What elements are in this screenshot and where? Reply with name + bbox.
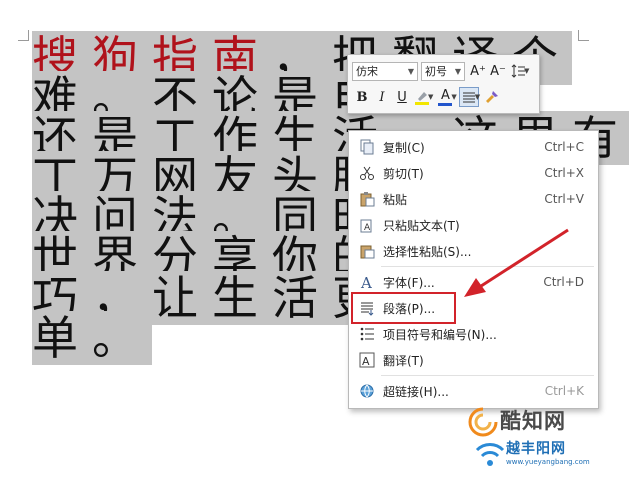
menu-item-paste[interactable]: 粘贴 Ctrl+V bbox=[349, 186, 598, 212]
menu-item-shortcut: Ctrl+X bbox=[544, 166, 584, 180]
italic-button[interactable]: I bbox=[372, 87, 392, 107]
menu-item-shortcut: Ctrl+C bbox=[544, 140, 584, 154]
menu-item-shortcut: Ctrl+V bbox=[544, 192, 584, 206]
chevron-down-icon: ▼ bbox=[407, 66, 414, 76]
menu-item-shortcut: Ctrl+K bbox=[544, 384, 584, 398]
paste-icon bbox=[358, 190, 376, 208]
mini-toolbar: 仿宋 ▼ 初号 ▼ A⁺ A⁻ ▼ B I U ▼ A ▼ ▼ bbox=[347, 54, 540, 114]
svg-text:A: A bbox=[360, 274, 372, 290]
watermark-logo: 酷知网 越丰阳网 www.yueyangbang.com bbox=[464, 400, 629, 478]
menu-item-label: 剪切(T) bbox=[383, 166, 424, 181]
chevron-down-icon[interactable]: ▼ bbox=[475, 93, 480, 101]
menu-item-copy[interactable]: 复制(C) Ctrl+C bbox=[349, 134, 598, 160]
paste-text-icon: A bbox=[358, 216, 376, 234]
bullets-icon bbox=[358, 325, 376, 343]
bold-icon: B bbox=[356, 89, 368, 105]
chevron-down-icon[interactable]: ▼ bbox=[524, 67, 529, 75]
scissors-icon bbox=[358, 164, 376, 182]
bold-button[interactable]: B bbox=[352, 87, 372, 107]
highlight-box bbox=[351, 292, 456, 324]
menu-item-translate[interactable]: A 翻译(T) bbox=[349, 347, 598, 373]
font-icon: A bbox=[358, 273, 376, 291]
logo-swirl-icon bbox=[468, 407, 498, 437]
shrink-font-icon: A⁻ bbox=[490, 63, 506, 79]
underline-button[interactable]: U bbox=[392, 87, 412, 107]
watermark-url: www.yueyangbang.com bbox=[506, 458, 590, 466]
format-painter-icon bbox=[486, 91, 499, 103]
menu-item-bullets-numbering[interactable]: 项目符号和编号(N)... bbox=[349, 321, 598, 347]
underline-icon: U bbox=[397, 89, 407, 105]
page-corner-mark-right bbox=[578, 30, 589, 41]
page-corner-mark-left bbox=[18, 30, 29, 41]
wifi-logo-icon bbox=[475, 443, 505, 466]
format-painter-button[interactable] bbox=[482, 87, 502, 107]
translate-icon: A bbox=[358, 351, 376, 369]
doc-line-text: 单。 bbox=[32, 311, 152, 365]
font-size-value: 初号 bbox=[425, 65, 447, 78]
font-name-value: 仿宋 bbox=[356, 65, 378, 78]
italic-icon: I bbox=[379, 89, 385, 105]
shrink-font-button[interactable]: A⁻ bbox=[488, 61, 508, 81]
watermark-title: 酷知网 bbox=[500, 409, 566, 433]
menu-item-label: 翻译(T) bbox=[383, 353, 424, 368]
svg-text:A: A bbox=[364, 223, 371, 233]
watermark-subtitle: 越丰阳网 bbox=[506, 441, 566, 457]
chevron-down-icon: ▼ bbox=[454, 66, 461, 76]
menu-item-label: 粘贴 bbox=[383, 192, 408, 207]
svg-text:A: A bbox=[362, 355, 370, 368]
copy-icon bbox=[358, 138, 376, 156]
font-color-icon: A bbox=[440, 87, 450, 103]
menu-item-label: 超链接(H)... bbox=[383, 384, 449, 399]
menu-separator bbox=[381, 375, 594, 376]
red-arrow-icon bbox=[464, 228, 569, 297]
menu-item-label: 项目符号和编号(N)... bbox=[383, 327, 497, 342]
font-name-select[interactable]: 仿宋 ▼ bbox=[352, 61, 418, 81]
menu-item-label: 字体(F)... bbox=[383, 275, 435, 290]
chevron-down-icon[interactable]: ▼ bbox=[451, 93, 456, 101]
grow-font-icon: A⁺ bbox=[470, 63, 486, 79]
menu-item-cut[interactable]: 剪切(T) Ctrl+X bbox=[349, 160, 598, 186]
chevron-down-icon[interactable]: ▼ bbox=[428, 93, 433, 101]
font-size-select[interactable]: 初号 ▼ bbox=[421, 61, 465, 81]
menu-item-label: 复制(C) bbox=[383, 140, 425, 155]
paste-special-icon bbox=[358, 242, 376, 260]
grow-font-button[interactable]: A⁺ bbox=[468, 61, 488, 81]
hyperlink-icon bbox=[358, 382, 376, 400]
font-color-swatch bbox=[438, 102, 453, 106]
menu-item-label: 只粘贴文本(T) bbox=[383, 218, 460, 233]
align-justify-icon bbox=[462, 92, 475, 103]
